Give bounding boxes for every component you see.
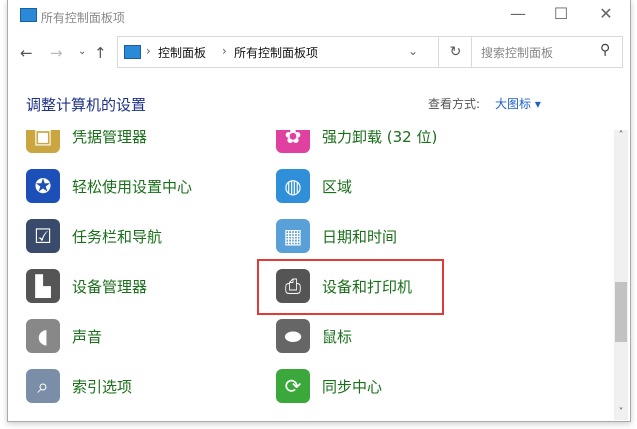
scroll-up-button[interactable]: ˄ xyxy=(614,130,628,141)
control-panel-item[interactable]: ⬬ 鼠标 xyxy=(276,316,352,356)
address-bar[interactable]: › 控制面板 › 所有控制面板项 ⌄ ↻ xyxy=(117,36,472,68)
maximize-button[interactable]: ☐ xyxy=(541,4,581,23)
breadcrumb-control-panel[interactable]: 控制面板 xyxy=(158,44,206,61)
control-panel-item[interactable]: ✿ 强力卸载 (32 位) xyxy=(276,130,437,156)
uninstaller-icon: ✿ xyxy=(276,130,310,153)
view-by-dropdown[interactable]: 大图标 ▾ xyxy=(495,95,541,112)
indexing-magnifier-icon: ⌕ xyxy=(26,369,60,403)
item-label: 强力卸载 (32 位) xyxy=(322,130,438,146)
control-panel-item[interactable]: ✪ 轻松使用设置中心 xyxy=(26,166,192,206)
title-bar: 所有控制面板项 xyxy=(20,8,125,26)
search-box[interactable]: 搜索控制面板 ⚲ xyxy=(471,36,623,68)
close-button[interactable]: ✕ xyxy=(586,4,626,23)
item-label: 设备管理器 xyxy=(72,277,148,296)
back-button[interactable]: ← xyxy=(20,44,33,62)
view-by-label: 查看方式: xyxy=(428,97,481,111)
sync-center-icon: ⟳ xyxy=(276,369,310,403)
control-panel-icon xyxy=(20,8,37,22)
credential-manager-icon: ▣ xyxy=(26,130,60,153)
item-label: 声音 xyxy=(72,327,103,346)
control-panel-item[interactable]: ▣ 凭据管理器 xyxy=(26,130,147,156)
control-panel-window: 所有控制面板项 — ☐ ✕ ← → ⌄ ↑ › 控制面板 › 所有控制面板项 ⌄… xyxy=(7,0,631,422)
control-panel-item[interactable]: ☑ 任务栏和导航 xyxy=(26,216,162,256)
chevron-down-icon: ▾ xyxy=(534,97,541,111)
control-panel-item[interactable]: ⌕ 索引选项 xyxy=(26,366,132,406)
highlight-box xyxy=(257,259,444,315)
item-label: 同步中心 xyxy=(322,377,383,396)
control-panel-icon xyxy=(124,45,141,59)
breadcrumb-separator: › xyxy=(222,44,227,58)
breadcrumb-separator: › xyxy=(146,44,151,58)
item-label: 索引选项 xyxy=(72,377,133,396)
taskbar-icon: ☑ xyxy=(26,219,60,253)
item-label: 日期和时间 xyxy=(322,227,398,246)
control-panel-item[interactable]: ◍ 区域 xyxy=(276,166,352,206)
minimize-button[interactable]: — xyxy=(498,4,538,23)
control-panel-item[interactable]: ▦ 日期和时间 xyxy=(276,216,397,256)
region-globe-icon: ◍ xyxy=(276,169,310,203)
item-label: 鼠标 xyxy=(322,327,353,346)
scroll-down-button[interactable]: ˅ xyxy=(614,407,628,418)
search-input[interactable]: 搜索控制面板 xyxy=(481,44,553,61)
device-manager-icon: ▙ xyxy=(26,269,60,303)
view-by-value: 大图标 xyxy=(495,97,532,111)
scrollbar-thumb[interactable] xyxy=(615,282,627,342)
up-button[interactable]: ↑ xyxy=(94,44,107,62)
recent-locations-button[interactable]: ⌄ xyxy=(78,46,86,57)
forward-button[interactable]: → xyxy=(50,44,63,62)
item-label: 任务栏和导航 xyxy=(72,227,163,246)
address-dropdown-button[interactable]: ⌄ xyxy=(408,44,418,58)
mouse-icon: ⬬ xyxy=(276,319,310,353)
control-panel-item[interactable]: ◖ 声音 xyxy=(26,316,102,356)
refresh-button[interactable]: ↻ xyxy=(438,37,472,67)
control-panel-item[interactable]: ⟳ 同步中心 xyxy=(276,366,382,406)
date-time-icon: ▦ xyxy=(276,219,310,253)
item-label: 凭据管理器 xyxy=(72,130,148,146)
control-panel-item[interactable]: ▙ 设备管理器 xyxy=(26,266,147,306)
item-label: 区域 xyxy=(322,177,353,196)
window-title: 所有控制面板项 xyxy=(40,11,125,25)
page-title: 调整计算机的设置 xyxy=(26,96,147,114)
speaker-icon: ◖ xyxy=(26,319,60,353)
item-label: 轻松使用设置中心 xyxy=(72,177,193,196)
scrollbar[interactable]: ˄ ˅ xyxy=(614,130,628,420)
breadcrumb-all-items[interactable]: 所有控制面板项 xyxy=(234,44,318,61)
ease-of-access-icon: ✪ xyxy=(26,169,60,203)
search-icon[interactable]: ⚲ xyxy=(600,42,610,58)
